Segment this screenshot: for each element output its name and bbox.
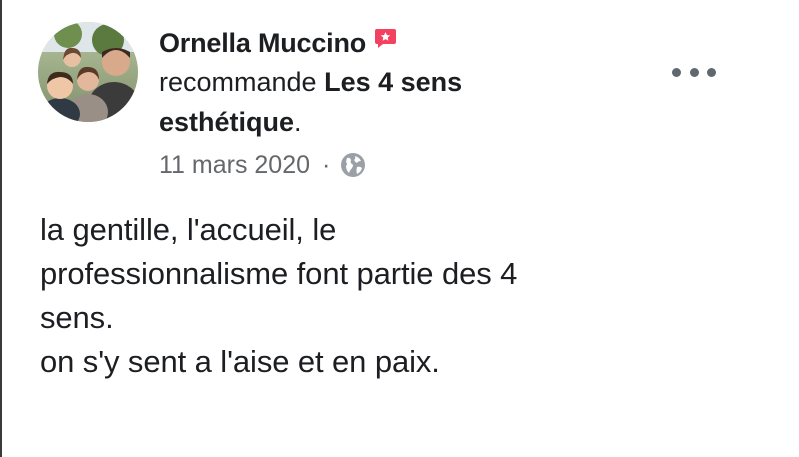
recommendation-line-2: esthétique.	[159, 102, 599, 142]
recommend-badge-icon	[374, 27, 397, 50]
more-dot	[689, 67, 699, 77]
left-border	[0, 0, 2, 457]
more-dot	[672, 67, 681, 77]
post-header: Ornella Muccino recommande Les 4 sens es…	[159, 24, 599, 142]
review-text: la gentille, l'accueil, le professionnal…	[40, 212, 518, 379]
globe-icon[interactable]	[340, 152, 366, 178]
recommendation-line: recommande Les 4 sens	[159, 62, 599, 102]
more-options-icon[interactable]	[672, 62, 716, 82]
page-suffix: .	[294, 107, 302, 137]
action-text: recommande	[159, 67, 317, 97]
page-name-link-continued[interactable]: esthétique	[159, 107, 294, 137]
page-name-link[interactable]: Les 4 sens	[324, 67, 462, 97]
meta-separator: ·	[322, 150, 331, 179]
author-name[interactable]: Ornella Muccino	[159, 28, 366, 58]
avatar-photo	[38, 22, 138, 122]
author-line: Ornella Muccino	[159, 24, 599, 62]
more-dot	[707, 67, 716, 77]
avatar[interactable]	[38, 22, 138, 122]
post-meta: 11 mars 2020 ·	[159, 147, 366, 183]
post-date[interactable]: 11 mars 2020	[159, 151, 310, 180]
